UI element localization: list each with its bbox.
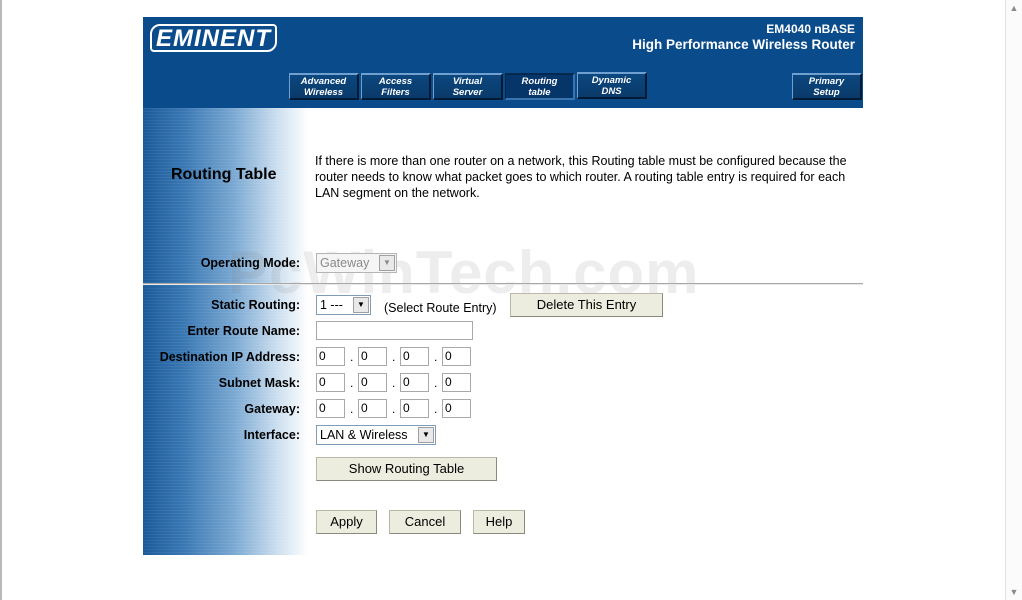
operating-mode-label: Operating Mode: [200, 256, 300, 270]
tab-label: Wireless [304, 86, 343, 98]
tab-access-filters[interactable]: Access Filters [361, 73, 431, 100]
interface-select[interactable]: LAN & Wireless ▼ [316, 425, 436, 445]
octet-separator: . [392, 376, 396, 390]
header-banner: EMINENT EM4040 nBASE High Performance Wi… [143, 17, 863, 108]
destination-ip-octet-2[interactable]: 0 [358, 347, 387, 366]
operating-mode-select[interactable]: Gateway ▼ [316, 253, 397, 273]
tab-label: DNS [601, 85, 622, 97]
gateway-label: Gateway: [244, 402, 300, 416]
tab-label: Setup [813, 86, 840, 98]
page-title: Routing Table [171, 166, 277, 183]
route-name-input[interactable] [316, 321, 473, 340]
octet-separator: . [350, 350, 354, 364]
tab-label: Access [378, 76, 413, 87]
product-subtitle: High Performance Wireless Router [632, 37, 855, 52]
tab-routing-table[interactable]: Routing table [505, 73, 575, 100]
destination-ip-octet-4[interactable]: 0 [442, 347, 471, 366]
scroll-up-arrow-icon[interactable]: ▲ [1006, 0, 1022, 16]
tab-label: Routing [521, 76, 558, 87]
interface-label: Interface: [243, 428, 300, 442]
octet-separator: . [392, 350, 396, 364]
subnet-mask-octet-1[interactable]: 0 [316, 373, 345, 392]
destination-ip-octet-1[interactable]: 0 [316, 347, 345, 366]
tab-label: Filters [381, 86, 410, 98]
chevron-down-icon: ▼ [353, 297, 369, 313]
tab-label: Dynamic [591, 75, 632, 86]
help-button[interactable]: Help [473, 510, 525, 534]
window-frame [0, 0, 2, 600]
gateway-octet-2[interactable]: 0 [358, 399, 387, 418]
tab-dynamic-dns[interactable]: Dynamic DNS [577, 72, 647, 99]
tab-primary-setup[interactable]: Primary Setup [792, 73, 862, 100]
static-routing-label: Static Routing: [211, 298, 300, 312]
tab-advanced-wireless[interactable]: Advanced Wireless [289, 73, 359, 100]
subnet-mask-label: Subnet Mask: [218, 376, 300, 390]
destination-ip-octet-3[interactable]: 0 [400, 347, 429, 366]
vertical-scrollbar[interactable]: ▲ ▼ [1005, 0, 1022, 600]
octet-separator: . [434, 376, 438, 390]
chevron-down-icon: ▼ [418, 427, 434, 443]
static-routing-value: 1 --- [320, 298, 343, 312]
route-name-label: Enter Route Name: [187, 324, 300, 338]
apply-button[interactable]: Apply [316, 510, 377, 534]
divider [143, 283, 863, 285]
scroll-down-arrow-icon[interactable]: ▼ [1006, 584, 1022, 600]
gateway-octet-3[interactable]: 0 [400, 399, 429, 418]
interface-value: LAN & Wireless [320, 428, 408, 442]
gateway-octet-4[interactable]: 0 [442, 399, 471, 418]
octet-separator: . [350, 376, 354, 390]
tab-label: Primary [808, 76, 845, 87]
tab-label: Virtual [452, 76, 483, 87]
gateway-octet-1[interactable]: 0 [316, 399, 345, 418]
tab-virtual-server[interactable]: Virtual Server [433, 73, 503, 100]
cancel-button[interactable]: Cancel [389, 510, 461, 534]
tab-label: Server [452, 86, 483, 98]
eminent-logo: EMINENT [150, 24, 277, 52]
model-name: EM4040 nBASE [766, 22, 855, 36]
octet-separator: . [350, 402, 354, 416]
destination-ip-label: Destination IP Address: [159, 350, 300, 364]
octet-separator: . [434, 402, 438, 416]
chevron-down-icon: ▼ [379, 255, 395, 271]
select-route-hint: (Select Route Entry) [384, 301, 497, 315]
tab-label: table [528, 86, 551, 98]
subnet-mask-octet-3[interactable]: 0 [400, 373, 429, 392]
subnet-mask-octet-4[interactable]: 0 [442, 373, 471, 392]
static-routing-select[interactable]: 1 --- ▼ [316, 295, 371, 315]
operating-mode-value: Gateway [320, 256, 370, 270]
show-routing-table-button[interactable]: Show Routing Table [316, 457, 497, 481]
page-description: If there is more than one router on a ne… [315, 154, 847, 200]
octet-separator: . [434, 350, 438, 364]
octet-separator: . [392, 402, 396, 416]
subnet-mask-octet-2[interactable]: 0 [358, 373, 387, 392]
delete-entry-button[interactable]: Delete This Entry [510, 293, 663, 317]
tab-label: Advanced [300, 76, 347, 87]
